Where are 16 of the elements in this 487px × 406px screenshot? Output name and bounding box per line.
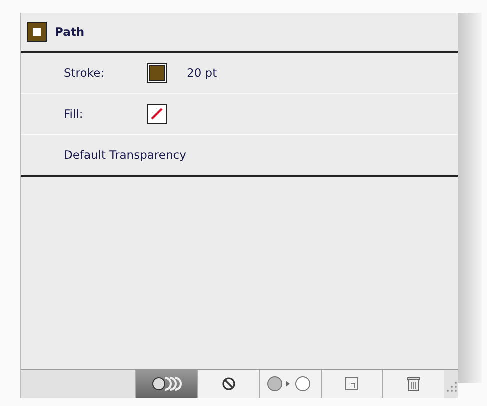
toolbar-button[interactable] bbox=[382, 370, 444, 398]
new-item-icon bbox=[344, 377, 359, 391]
path-thumbnail-icon bbox=[27, 22, 47, 42]
toolbar-button[interactable] bbox=[135, 370, 198, 398]
toolbar-button[interactable] bbox=[197, 370, 259, 398]
trash-icon bbox=[406, 376, 421, 392]
stroke-weight[interactable]: 20 pt bbox=[187, 66, 218, 80]
attribute-label[interactable]: Stroke: bbox=[64, 66, 147, 80]
clear-icon bbox=[222, 377, 236, 391]
item-title: Path bbox=[55, 25, 85, 39]
attribute-label[interactable]: Fill: bbox=[64, 107, 147, 121]
effects-icon bbox=[152, 377, 182, 391]
circle-to-circle-icon bbox=[267, 376, 314, 392]
no-fill-swatch-icon[interactable] bbox=[147, 104, 167, 124]
stroke-swatch[interactable] bbox=[147, 63, 167, 83]
attribute-label[interactable]: Default Transparency bbox=[64, 148, 186, 162]
